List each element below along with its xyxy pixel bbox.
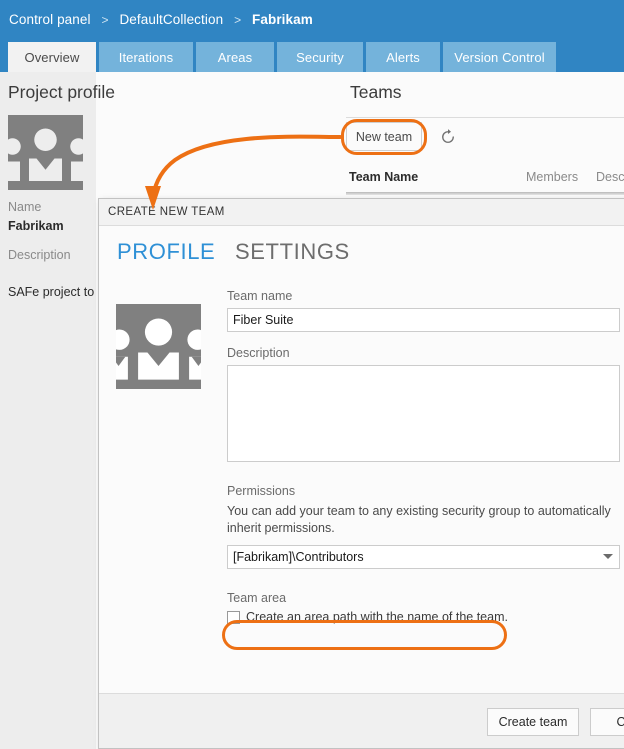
- dialog-tab-strip: PROFILE SETTINGS: [99, 227, 624, 279]
- chevron-down-icon: [603, 554, 613, 559]
- description-textarea[interactable]: [227, 365, 620, 462]
- refresh-icon[interactable]: [437, 126, 459, 148]
- permissions-label: Permissions: [227, 484, 296, 498]
- team-form: Team name Description Permissions You ca…: [227, 289, 620, 624]
- new-team-button[interactable]: New team: [346, 122, 422, 151]
- breadcrumb-item-fabrikam: Fabrikam: [252, 12, 313, 27]
- dialog-body: Team name Description Permissions You ca…: [99, 279, 624, 693]
- sidebar-description-value: SAFe project to: [8, 285, 95, 299]
- column-header-members[interactable]: Members: [526, 170, 578, 184]
- breadcrumb-item-default-collection[interactable]: DefaultCollection: [119, 12, 223, 27]
- team-area-label: Team area: [227, 591, 287, 605]
- column-header-team-name[interactable]: Team Name: [349, 170, 418, 184]
- app-root: Control panel > DefaultCollection > Fabr…: [0, 0, 624, 749]
- teams-toolbar-divider: [346, 117, 624, 118]
- page-title: Project profile: [8, 82, 115, 102]
- create-team-button[interactable]: Create team: [487, 708, 579, 736]
- dialog-footer: Create team Cancel: [99, 693, 624, 748]
- teams-table-header-divider: [346, 192, 624, 195]
- dialog-tab-settings[interactable]: SETTINGS: [235, 239, 350, 265]
- team-name-label: Team name: [227, 289, 293, 303]
- team-area-checkbox-row[interactable]: Create an area path with the name of the…: [227, 610, 620, 624]
- tab-alerts[interactable]: Alerts: [366, 42, 440, 72]
- breadcrumb-separator: >: [101, 13, 109, 27]
- breadcrumb-separator: >: [234, 13, 242, 27]
- cancel-button[interactable]: Cancel: [590, 708, 624, 736]
- permissions-select[interactable]: [Fabrikam]\Contributors: [227, 545, 620, 569]
- tab-overview[interactable]: Overview: [8, 42, 96, 72]
- team-area-checkbox-label[interactable]: Create an area path with the name of the…: [246, 610, 508, 624]
- team-avatar-icon[interactable]: [104, 304, 213, 389]
- breadcrumb-item-control-panel[interactable]: Control panel: [9, 12, 91, 27]
- team-avatar-icon: [0, 115, 91, 190]
- permissions-help-text: You can add your team to any existing se…: [227, 504, 611, 535]
- team-name-input[interactable]: [227, 308, 620, 332]
- column-header-description[interactable]: Desc: [596, 170, 624, 184]
- team-area-checkbox[interactable]: [227, 610, 240, 624]
- description-label: Description: [227, 346, 290, 360]
- breadcrumb: Control panel > DefaultCollection > Fabr…: [9, 12, 313, 27]
- tab-iterations[interactable]: Iterations: [99, 42, 193, 72]
- sidebar-name-value: Fabrikam: [8, 219, 64, 233]
- sidebar-name-label: Name: [8, 200, 42, 214]
- dialog-tab-profile[interactable]: PROFILE: [117, 239, 215, 265]
- sidebar-description-label: Description: [8, 248, 71, 262]
- create-new-team-dialog: CREATE NEW TEAM PROFILE SETTINGS Team na…: [98, 198, 624, 749]
- teams-table-header: Team Name Members Desc: [346, 170, 624, 192]
- tab-strip: Overview Iterations Areas Security Alert…: [0, 42, 624, 72]
- tab-security[interactable]: Security: [277, 42, 363, 72]
- tab-version-control[interactable]: Version Control: [443, 42, 556, 72]
- teams-section-title: Teams: [350, 82, 402, 102]
- permissions-select-value: [Fabrikam]\Contributors: [227, 545, 620, 569]
- dialog-title: CREATE NEW TEAM: [108, 206, 225, 218]
- tab-areas[interactable]: Areas: [196, 42, 274, 72]
